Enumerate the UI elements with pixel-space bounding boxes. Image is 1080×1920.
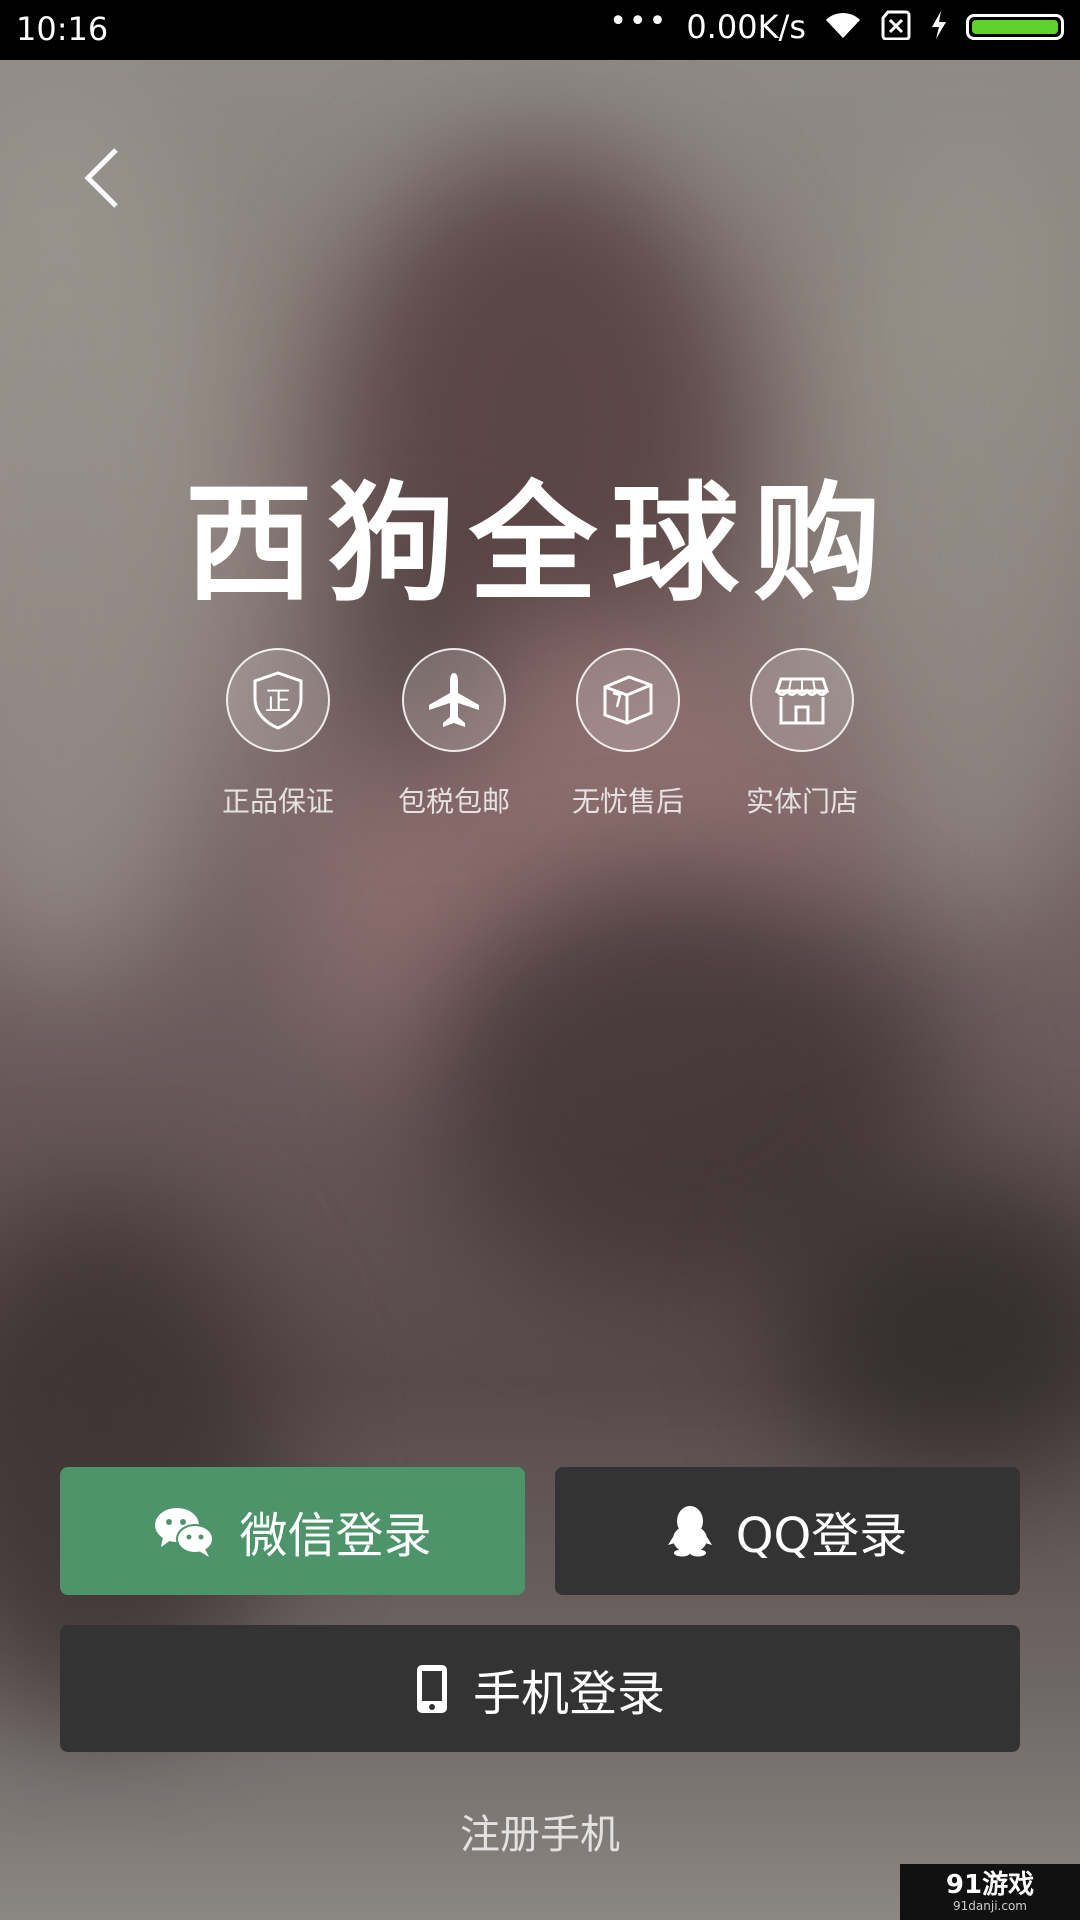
- charging-icon: [930, 10, 948, 44]
- feature-physical-store: 实体门店: [712, 648, 892, 820]
- feature-label: 包税包邮: [397, 785, 510, 818]
- feature-label: 实体门店: [745, 785, 858, 818]
- brand-logo-title: 西狗全球购: [184, 470, 895, 619]
- feature-authentic: 正 正品保证: [188, 648, 368, 820]
- wechat-icon: [153, 1505, 215, 1557]
- wifi-icon: [824, 10, 862, 44]
- wechat-login-button[interactable]: 微信登录: [60, 1467, 525, 1595]
- wechat-login-label: 微信登录: [239, 1508, 432, 1564]
- battery-icon: [966, 14, 1064, 40]
- feature-label: 无忧售后: [571, 785, 684, 818]
- status-bar: 10:16 ••• 0.00K/s: [0, 0, 1080, 60]
- status-time: 10:16: [16, 10, 109, 48]
- more-dots: •••: [609, 3, 669, 39]
- register-phone-link[interactable]: 注册手机: [0, 1802, 1080, 1860]
- phone-icon: [415, 1663, 449, 1715]
- watermark: 91游戏 91danji.com: [900, 1864, 1080, 1920]
- airplane-icon: [402, 648, 506, 752]
- back-button[interactable]: [80, 146, 128, 210]
- qq-login-button[interactable]: QQ登录: [555, 1467, 1020, 1595]
- shield-icon: 正: [226, 648, 330, 752]
- network-speed: 0.00K/s: [686, 8, 806, 46]
- store-icon: [750, 648, 854, 752]
- watermark-domain: 91danji.com: [953, 1899, 1027, 1913]
- feature-label: 正品保证: [221, 785, 334, 818]
- chevron-left-icon: [84, 148, 118, 208]
- phone-login-label: 手机登录: [472, 1665, 665, 1722]
- svg-text:正: 正: [265, 687, 291, 717]
- sim-blocked-icon: [880, 10, 912, 44]
- box-icon: [576, 648, 680, 752]
- qq-penguin-icon: [667, 1505, 712, 1557]
- phone-login-button[interactable]: 手机登录: [60, 1625, 1020, 1752]
- feature-tax-shipping: 包税包邮: [364, 648, 544, 820]
- qq-login-label: QQ登录: [735, 1508, 908, 1564]
- feature-list: 正 正品保证 包税包邮 无忧售后 实体门店: [0, 648, 1080, 828]
- watermark-brand: 91游戏: [945, 1870, 1035, 1900]
- feature-after-sales: 无忧售后: [538, 648, 718, 820]
